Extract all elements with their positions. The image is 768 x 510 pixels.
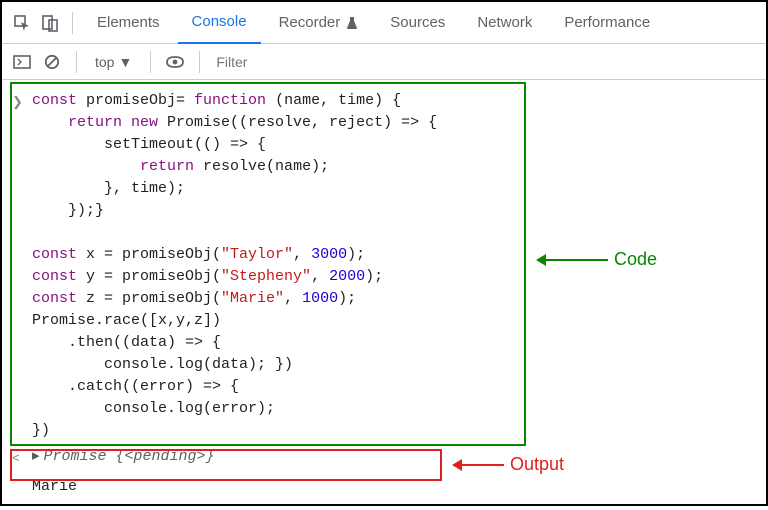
tab-console[interactable]: Console bbox=[178, 2, 261, 44]
separator bbox=[199, 51, 200, 73]
tab-label: Console bbox=[192, 13, 247, 30]
flask-icon bbox=[346, 16, 358, 30]
context-selector[interactable]: top ▼ bbox=[89, 54, 138, 70]
tab-label: Performance bbox=[564, 14, 650, 31]
tab-network[interactable]: Network bbox=[463, 2, 546, 44]
tab-recorder[interactable]: Recorder bbox=[265, 2, 373, 44]
tab-label: Elements bbox=[97, 14, 160, 31]
context-label: top bbox=[95, 54, 114, 70]
annotation-output-arrow: Output bbox=[454, 454, 564, 475]
tab-label: Recorder bbox=[279, 14, 341, 31]
annotation-label: Output bbox=[510, 454, 564, 475]
result-value: ▸Promise {<pending>} bbox=[32, 446, 215, 468]
tab-sources[interactable]: Sources bbox=[376, 2, 459, 44]
filter-input[interactable] bbox=[212, 50, 472, 74]
sidebar-toggle-icon[interactable] bbox=[10, 50, 34, 74]
input-marker-icon: ❯ bbox=[12, 90, 32, 114]
output-text: Marie bbox=[32, 478, 77, 495]
tab-label: Network bbox=[477, 14, 532, 31]
chevron-down-icon: ▼ bbox=[118, 54, 132, 70]
arrow-line-icon bbox=[538, 259, 608, 261]
device-toggle-icon[interactable] bbox=[38, 11, 62, 35]
console-result-row[interactable]: < ▸Promise {<pending>} bbox=[2, 444, 766, 472]
disclosure-triangle-icon[interactable]: ▸ bbox=[32, 446, 40, 468]
live-expression-icon[interactable] bbox=[163, 50, 187, 74]
tab-label: Sources bbox=[390, 14, 445, 31]
inspect-icon[interactable] bbox=[10, 11, 34, 35]
annotation-code-arrow: Code bbox=[538, 249, 657, 270]
separator bbox=[150, 51, 151, 73]
console-body: ❯ const promiseObj= function (name, time… bbox=[2, 80, 766, 509]
console-output-row: Marie bbox=[2, 472, 766, 501]
console-toolbar: top ▼ bbox=[2, 44, 766, 80]
result-marker-icon: < bbox=[12, 446, 32, 470]
separator bbox=[76, 51, 77, 73]
arrow-line-icon bbox=[454, 464, 504, 466]
clear-console-icon[interactable] bbox=[40, 50, 64, 74]
tab-performance[interactable]: Performance bbox=[550, 2, 664, 44]
tab-elements[interactable]: Elements bbox=[83, 2, 174, 44]
devtools-tabbar: Elements Console Recorder Sources Networ… bbox=[2, 2, 766, 44]
annotation-label: Code bbox=[614, 249, 657, 270]
separator bbox=[72, 12, 73, 34]
